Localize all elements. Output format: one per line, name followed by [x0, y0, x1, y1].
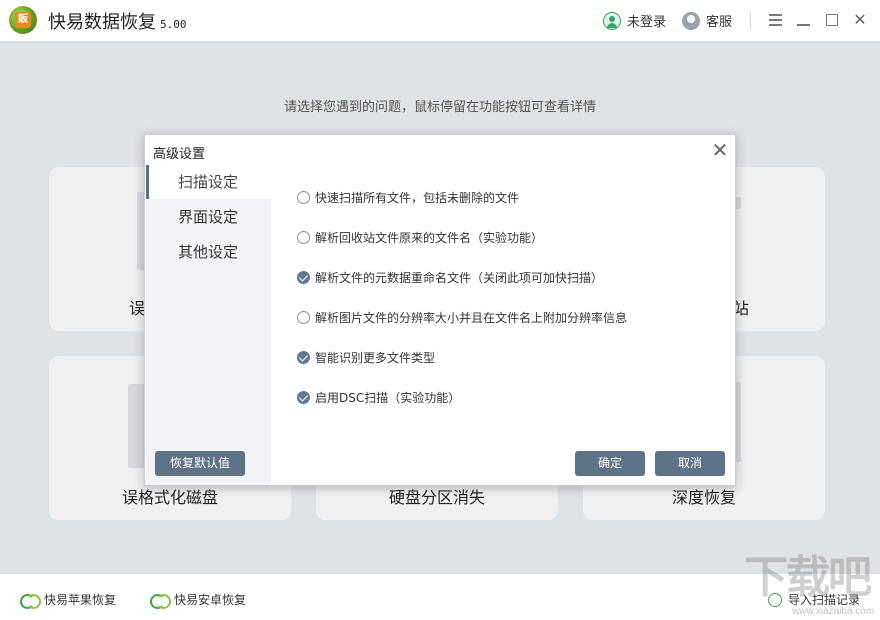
- login-label: 未登录: [627, 15, 667, 30]
- option-label: 启用DSC扫描（实验功能）: [315, 391, 461, 405]
- option-checkbox[interactable]: [297, 311, 310, 324]
- titlebar-divider: [750, 12, 751, 30]
- android-recovery-link[interactable]: 快易安卓恢复: [150, 591, 247, 609]
- headset-icon: [682, 11, 700, 30]
- tab-other-settings[interactable]: 其他设定: [146, 235, 271, 269]
- option-checkbox[interactable]: [297, 231, 310, 244]
- option-label: 解析文件的元数据重命名文件（关闭此项可加快扫描）: [315, 271, 604, 285]
- maximize-icon[interactable]: [822, 10, 842, 30]
- tab-interface-settings[interactable]: 界面设定: [146, 200, 271, 234]
- restore-default-button[interactable]: 恢复默认值: [155, 451, 245, 476]
- app-logo-icon: 販: [9, 6, 37, 34]
- service-label: 客服: [706, 15, 733, 30]
- option-enable-dsc-scan[interactable]: 启用DSC扫描（实验功能）: [297, 389, 460, 406]
- option-metadata-rename[interactable]: 解析文件的元数据重命名文件（关闭此项可加快扫描）: [297, 269, 603, 286]
- option-label: 智能识别更多文件类型: [315, 351, 436, 365]
- recycle-icon: [150, 593, 171, 609]
- option-label: 快速扫描所有文件，包括未删除的文件: [315, 191, 520, 205]
- option-smart-file-types[interactable]: 智能识别更多文件类型: [297, 349, 435, 366]
- recycle-icon: [20, 593, 41, 609]
- option-image-resolution[interactable]: 解析图片文件的分辨率大小并且在文件名上附加分辨率信息: [297, 309, 627, 326]
- customer-service-button[interactable]: 客服: [682, 11, 732, 30]
- close-icon[interactable]: ✕: [850, 10, 870, 30]
- menu-icon[interactable]: [766, 10, 786, 30]
- watermark-url: www.xiazaiba.com: [792, 606, 875, 617]
- login-button[interactable]: 未登录: [603, 11, 666, 30]
- dialog-close-icon[interactable]: ✕: [711, 140, 729, 160]
- option-checkbox[interactable]: [297, 391, 310, 404]
- option-label: 解析图片文件的分辨率大小并且在文件名上附加分辨率信息: [315, 311, 628, 325]
- app-logo-mark: 販: [15, 12, 31, 28]
- option-quick-scan-all[interactable]: 快速扫描所有文件，包括未删除的文件: [297, 189, 519, 206]
- apple-recovery-label: 快易苹果恢复: [44, 593, 117, 607]
- app-version: 5.00: [160, 18, 187, 31]
- option-checkbox[interactable]: [297, 271, 310, 284]
- cancel-button[interactable]: 取消: [655, 451, 725, 476]
- dialog-title: 高级设置: [153, 147, 206, 162]
- apple-recovery-link[interactable]: 快易苹果恢复: [20, 591, 117, 609]
- android-recovery-label: 快易安卓恢复: [174, 593, 247, 607]
- minimize-icon[interactable]: [794, 10, 814, 30]
- app-title: 快易数据恢复: [48, 12, 156, 33]
- advanced-settings-dialog: 高级设置 ✕ 扫描设定 界面设定 其他设定 快速扫描所有文件，包括未删除的文件 …: [144, 134, 736, 486]
- option-checkbox[interactable]: [297, 351, 310, 364]
- ok-button[interactable]: 确定: [575, 451, 645, 476]
- option-parse-recycle-names[interactable]: 解析回收站文件原来的文件名（实验功能）: [297, 229, 543, 246]
- option-checkbox[interactable]: [297, 191, 310, 204]
- user-icon: [603, 11, 621, 30]
- settings-sidebar: 扫描设定 界面设定 其他设定: [146, 165, 271, 485]
- option-label: 解析回收站文件原来的文件名（实验功能）: [315, 231, 544, 245]
- tab-scan-settings[interactable]: 扫描设定: [146, 165, 271, 199]
- title-bar: 販 快易数据恢复 5.00 未登录 客服 ✕: [0, 0, 880, 42]
